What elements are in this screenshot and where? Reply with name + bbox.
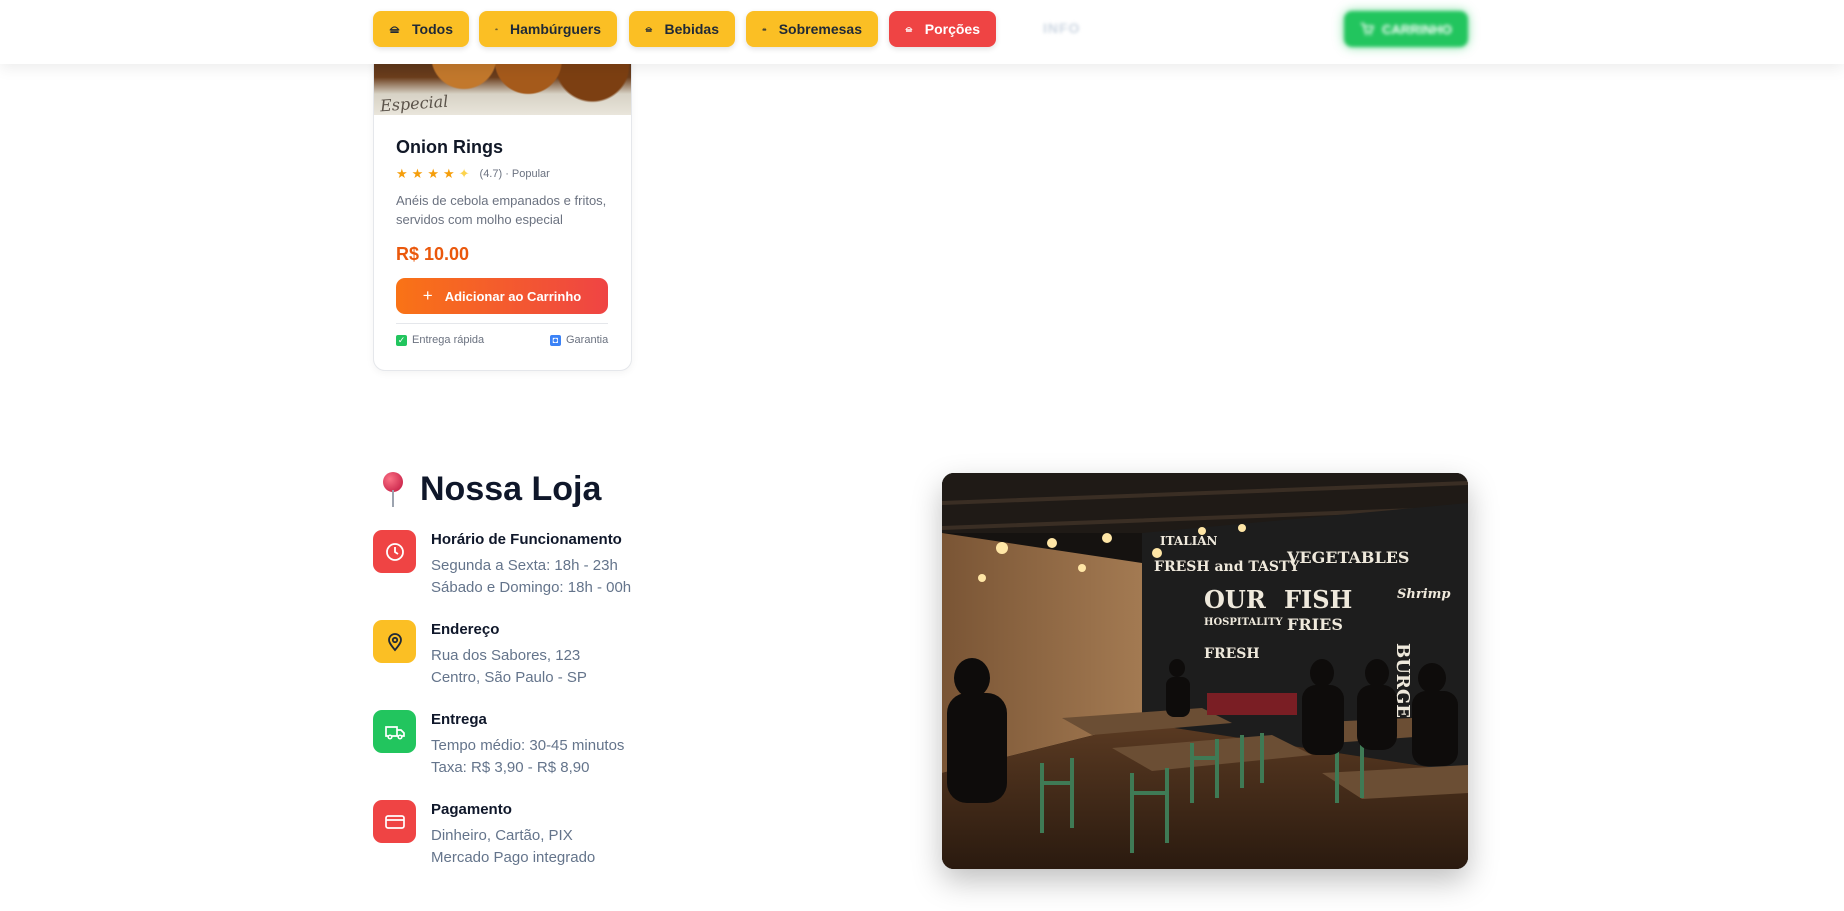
info-title: Entrega [431, 711, 487, 728]
category-label: Bebidas [664, 21, 719, 37]
info-link[interactable]: INFO [1043, 20, 1080, 36]
sign-our: OUR [1204, 585, 1267, 614]
burger-icon [389, 26, 400, 33]
info-line: Tempo médio: 30-45 minutos [431, 737, 625, 754]
category-label: Hambúrguers [509, 21, 601, 37]
truck-icon [373, 710, 416, 753]
star-icon: ★ [396, 166, 408, 181]
category-label: Todos [412, 21, 453, 37]
shield-icon: ◘ [550, 334, 561, 346]
feature-guarantee: ◘ Garantia [550, 334, 608, 346]
info-line: Centro, São Paulo - SP [431, 669, 587, 686]
product-price: R$ 10.00 [396, 244, 470, 264]
category-pill-hamburguers[interactable]: Hambúrguers [479, 11, 617, 47]
card-divider [396, 323, 608, 324]
add-to-cart-button[interactable]: + Adicionar ao Carrinho [396, 278, 608, 314]
category-pill-sobremesas[interactable]: Sobremesas [746, 11, 878, 47]
info-line: Sábado e Domingo: 18h - 00h [431, 579, 632, 596]
credit-card-icon [373, 800, 416, 843]
sign-hospitality: HOSPITALITY [1204, 617, 1283, 628]
star-icon: ★ [442, 166, 455, 181]
burger-icon [905, 27, 913, 32]
add-to-cart-label: Adicionar ao Carrinho [444, 288, 582, 304]
sign-fresh-2: FRESH [1204, 646, 1260, 662]
store-section-title: Nossa Loja [380, 470, 601, 509]
rating-text: (4.7) · Popular [479, 167, 550, 180]
map-pin-icon [373, 620, 416, 663]
cart-button[interactable]: CARRINHO [1344, 11, 1468, 47]
store-interior-illustration: ITALIAN FRESH and TASTY VEGETABLES OUR H… [942, 473, 1468, 869]
top-navbar: Todos Hambúrguers Bebidas Sobremesas Por… [0, 0, 1844, 64]
product-description: Anéis de cebola empanados e fritos, serv… [396, 193, 607, 227]
rating-stars: ★ ★ ★ ★ ✦ (4.7) · Popular [396, 167, 550, 180]
category-label: Porções [924, 21, 980, 37]
info-line: Mercado Pago integrado [431, 849, 596, 866]
info-title: Horário de Funcionamento [431, 531, 622, 548]
feature-label: Garantia [566, 334, 609, 346]
star-icon: ★ [427, 166, 439, 181]
feature-fast-delivery: ✓ Entrega rápida [396, 334, 484, 346]
info-line: Dinheiro, Cartão, PIX [431, 827, 573, 844]
clock-icon [373, 530, 416, 573]
product-card: Especial Onion Rings ★ ★ ★ ★ ✦ (4.7) · P… [373, 30, 632, 371]
sign-fries: FRIES [1287, 615, 1343, 634]
info-line: Taxa: R$ 3,90 - R$ 8,90 [431, 759, 590, 776]
sign-shrimp: Shrimp [1397, 587, 1450, 602]
check-icon: ✓ [396, 334, 407, 346]
category-pill-porcoes[interactable]: Porções [889, 11, 996, 47]
category-pill-bebidas[interactable]: Bebidas [629, 11, 735, 47]
category-pill-todos[interactable]: Todos [373, 11, 469, 47]
store-title-text: Nossa Loja [420, 470, 602, 508]
category-label: Sobremesas [778, 21, 862, 37]
info-title: Pagamento [431, 801, 512, 818]
info-line: Segunda a Sexta: 18h - 23h [431, 557, 618, 574]
burger-icon [645, 27, 653, 32]
sign-fish: FISH [1284, 585, 1352, 614]
cart-label: CARRINHO [1381, 21, 1453, 37]
sign-vegetables: VEGETABLES [1286, 548, 1409, 567]
half-star-icon: ✦ [458, 166, 470, 181]
plus-icon: + [422, 286, 433, 305]
cart-icon [1360, 23, 1374, 36]
pushpin-icon [380, 471, 406, 508]
product-image-paper-text: Especial [379, 91, 449, 116]
info-title: Endereço [431, 621, 500, 638]
sign-fresh-tasty: FRESH and TASTY [1154, 559, 1300, 575]
burger-icon [762, 27, 767, 31]
store-interior-photo: ITALIAN FRESH and TASTY VEGETABLES OUR H… [942, 473, 1468, 869]
info-line: Rua dos Sabores, 123 [431, 647, 581, 664]
feature-label: Entrega rápida [412, 334, 485, 346]
burger-icon [495, 28, 498, 31]
sign-italian: ITALIAN [1160, 534, 1218, 548]
product-name: Onion Rings [396, 137, 503, 157]
star-icon: ★ [411, 166, 424, 181]
